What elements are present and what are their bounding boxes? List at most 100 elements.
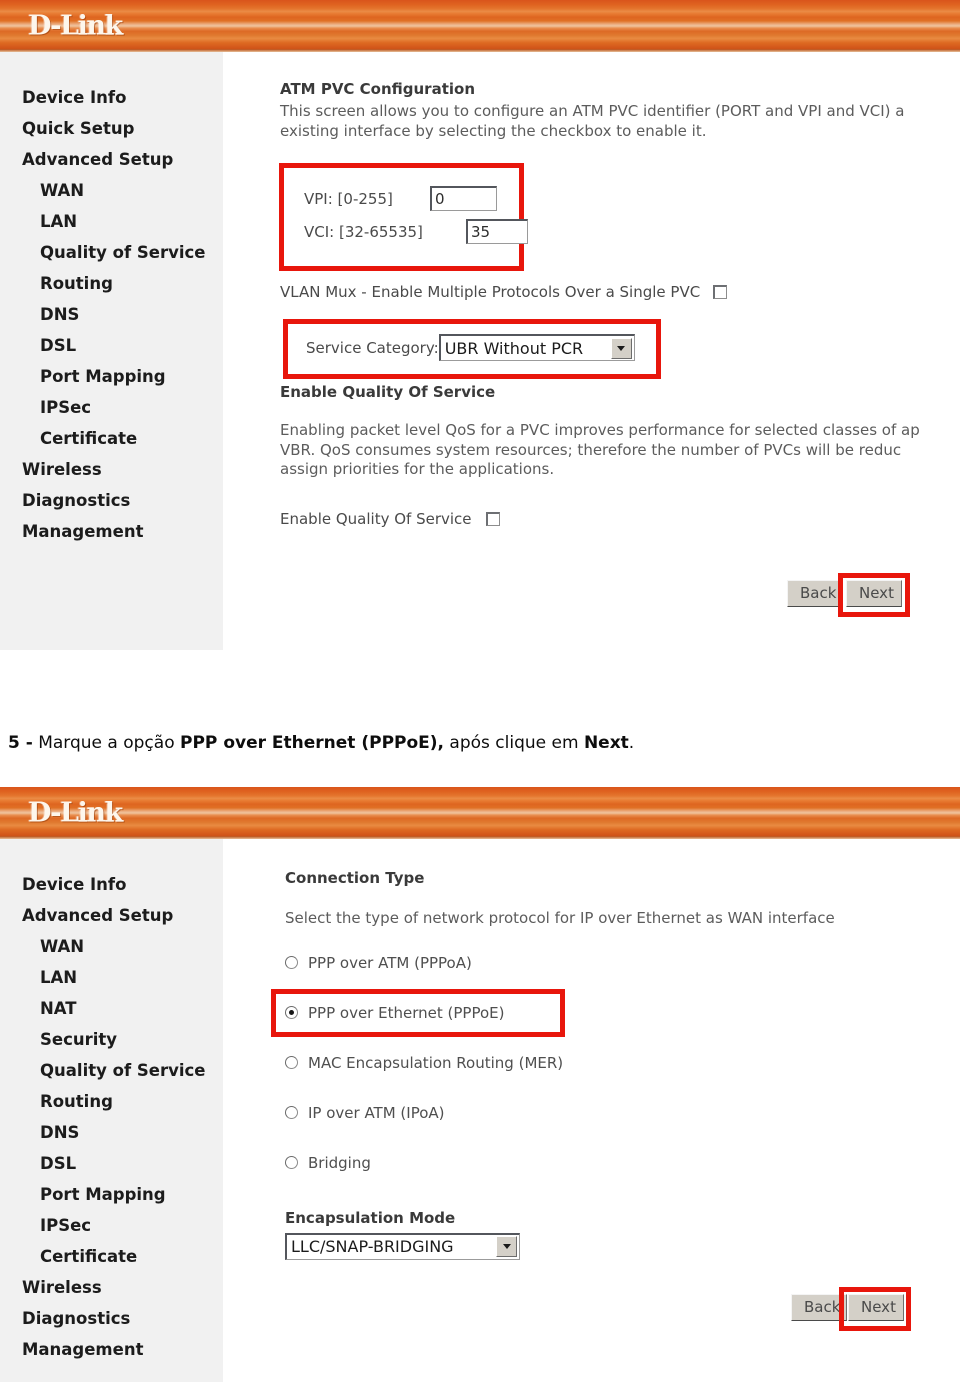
enable-qos-checkbox[interactable] bbox=[485, 511, 500, 526]
encapsulation-mode-label: Encapsulation Mode bbox=[285, 1208, 456, 1227]
router-screenshot-connection-type: D-Link Device Info Advanced Setup WAN LA… bbox=[0, 787, 960, 1387]
sidebar2-item-nat[interactable]: NAT bbox=[0, 993, 223, 1024]
sidebar2-item-wan[interactable]: WAN bbox=[0, 931, 223, 962]
radio-label-mer: MAC Encapsulation Routing (MER) bbox=[308, 1053, 564, 1072]
caption-text-1: Marque a opção bbox=[32, 733, 181, 753]
sidebar2-item-dsl[interactable]: DSL bbox=[0, 1148, 223, 1179]
radio-label-pppoa: PPP over ATM (PPPoA) bbox=[308, 953, 472, 972]
button-group-2: Back Next bbox=[791, 1293, 904, 1321]
page-title: ATM PVC Configuration bbox=[280, 80, 475, 98]
page-description-line-2: existing interface by selecting the chec… bbox=[280, 121, 707, 140]
sidebar-navigation: Device Info Quick Setup Advanced Setup W… bbox=[0, 52, 223, 650]
qos-heading: Enable Quality Of Service bbox=[280, 383, 496, 401]
service-category-label: Service Category: bbox=[306, 338, 439, 357]
next-button-2[interactable]: Next bbox=[848, 1293, 904, 1321]
button-group: Back Next bbox=[787, 579, 902, 607]
dlink-logo: D-Link bbox=[28, 10, 123, 42]
encapsulation-mode-select[interactable]: LLC/SNAP-BRIDGING bbox=[285, 1232, 520, 1260]
encapsulation-mode-selected-value: LLC/SNAP-BRIDGING bbox=[291, 1237, 454, 1256]
service-category-selected-value: UBR Without PCR bbox=[444, 338, 584, 358]
sidebar2-item-routing[interactable]: Routing bbox=[0, 1086, 223, 1117]
router-screenshot-atm-pvc: D-Link Device Info Quick Setup Advanced … bbox=[0, 0, 960, 680]
qos-checkbox-label: Enable Quality Of Service bbox=[280, 509, 472, 528]
sidebar2-item-ipsec[interactable]: IPSec bbox=[0, 1210, 223, 1241]
sidebar2-item-port-mapping[interactable]: Port Mapping bbox=[0, 1179, 223, 1210]
radio-option-bridging[interactable]: Bridging bbox=[285, 1151, 960, 1175]
next-button[interactable]: Next bbox=[846, 579, 902, 607]
sidebar-item-ipsec[interactable]: IPSec bbox=[0, 392, 223, 423]
chevron-down-icon-2[interactable] bbox=[496, 1236, 517, 1257]
dlink-header-bar-2: D-Link bbox=[0, 787, 960, 839]
sidebar-item-management[interactable]: Management bbox=[0, 516, 223, 547]
caption-step-number: 5 - bbox=[8, 733, 33, 753]
radio-option-ipoa[interactable]: IP over ATM (IPoA) bbox=[285, 1101, 960, 1125]
navigation-buttons-area: Back Next bbox=[280, 568, 960, 628]
vpi-field-row: VPI: [0-255] 0 bbox=[304, 186, 497, 211]
sidebar2-item-wireless[interactable]: Wireless bbox=[0, 1272, 223, 1303]
radio-option-pppoa[interactable]: PPP over ATM (PPPoA) bbox=[285, 951, 960, 975]
sidebar2-item-quality-of-service[interactable]: Quality of Service bbox=[0, 1055, 223, 1086]
vpi-vci-group: VPI: [0-255] 0 VCI: [32-65535] 35 bbox=[279, 163, 960, 273]
back-button-2[interactable]: Back bbox=[791, 1293, 847, 1321]
sidebar-item-lan[interactable]: LAN bbox=[0, 206, 223, 237]
sidebar-item-port-mapping[interactable]: Port Mapping bbox=[0, 361, 223, 392]
radio-label-ipoa: IP over ATM (IPoA) bbox=[308, 1103, 445, 1122]
back-button[interactable]: Back bbox=[787, 579, 843, 607]
radio-icon-ipoa[interactable] bbox=[285, 1106, 298, 1119]
sidebar-item-routing[interactable]: Routing bbox=[0, 268, 223, 299]
radio-icon-mer[interactable] bbox=[285, 1056, 298, 1069]
connection-type-form: Connection Type Select the type of netwo… bbox=[223, 839, 960, 1342]
dlink-logo-2: D-Link bbox=[28, 797, 123, 829]
panel-body-2: Device Info Advanced Setup WAN LAN NAT S… bbox=[0, 839, 960, 1382]
step-caption: 5 - Marque a opção PPP over Ethernet (PP… bbox=[8, 733, 634, 753]
vpi-label: VPI: [0-255] bbox=[304, 189, 393, 208]
sidebar-item-quality-of-service[interactable]: Quality of Service bbox=[0, 237, 223, 268]
sidebar2-item-advanced-setup[interactable]: Advanced Setup bbox=[0, 900, 223, 931]
sidebar-navigation-2: Device Info Advanced Setup WAN LAN NAT S… bbox=[0, 839, 223, 1382]
vci-input[interactable]: 35 bbox=[466, 219, 528, 244]
sidebar-item-device-info[interactable]: Device Info bbox=[0, 82, 223, 113]
radio-icon-bridging[interactable] bbox=[285, 1156, 298, 1169]
service-category-select[interactable]: UBR Without PCR bbox=[438, 334, 635, 361]
sidebar-item-quick-setup[interactable]: Quick Setup bbox=[0, 113, 223, 144]
sidebar-item-certificate[interactable]: Certificate bbox=[0, 423, 223, 454]
sidebar-item-wan[interactable]: WAN bbox=[0, 175, 223, 206]
vlan-mux-label: VLAN Mux - Enable Multiple Protocols Ove… bbox=[280, 283, 701, 301]
encapsulation-mode-group: Encapsulation Mode LLC/SNAP-BRIDGING bbox=[285, 1209, 960, 1260]
radio-option-pppoe[interactable]: PPP over Ethernet (PPPoE) bbox=[285, 1001, 960, 1025]
sidebar-item-advanced-setup[interactable]: Advanced Setup bbox=[0, 144, 223, 175]
vpi-input[interactable]: 0 bbox=[430, 186, 497, 211]
qos-description: Enabling packet level QoS for a PVC impr… bbox=[280, 421, 960, 480]
vlan-mux-checkbox[interactable] bbox=[713, 285, 728, 299]
chevron-down-icon[interactable] bbox=[610, 337, 632, 359]
vci-field-row: VCI: [32-65535] 35 bbox=[304, 219, 528, 244]
sidebar-item-wireless[interactable]: Wireless bbox=[0, 454, 223, 485]
service-category-group: Service Category: UBR Without PCR bbox=[280, 319, 960, 385]
connection-type-description: Select the type of network protocol for … bbox=[285, 909, 835, 927]
sidebar2-item-management[interactable]: Management bbox=[0, 1334, 223, 1365]
qos-description-line-3: assign priorities for the applications. bbox=[280, 460, 555, 478]
sidebar-item-diagnostics[interactable]: Diagnostics bbox=[0, 485, 223, 516]
connection-type-title: Connection Type bbox=[285, 869, 425, 887]
dlink-header-bar: D-Link bbox=[0, 0, 960, 52]
vci-label: VCI: [32-65535] bbox=[304, 222, 423, 241]
navigation-buttons-area-2: Back Next bbox=[285, 1282, 960, 1342]
sidebar-item-dsl[interactable]: DSL bbox=[0, 330, 223, 361]
sidebar2-item-device-info[interactable]: Device Info bbox=[0, 869, 223, 900]
radio-option-mer[interactable]: MAC Encapsulation Routing (MER) bbox=[285, 1051, 960, 1075]
qos-checkbox-row: Enable Quality Of Service bbox=[280, 510, 960, 528]
sidebar2-item-diagnostics[interactable]: Diagnostics bbox=[0, 1303, 223, 1334]
radio-icon-pppoe[interactable] bbox=[285, 1006, 298, 1019]
sidebar2-item-security[interactable]: Security bbox=[0, 1024, 223, 1055]
sidebar2-item-lan[interactable]: LAN bbox=[0, 962, 223, 993]
caption-text-2: após clique em bbox=[444, 733, 584, 753]
page-description-line-1: This screen allows you to configure an A… bbox=[280, 102, 905, 120]
radio-icon-pppoa[interactable] bbox=[285, 956, 298, 969]
sidebar2-item-certificate[interactable]: Certificate bbox=[0, 1241, 223, 1272]
connection-type-options: PPP over ATM (PPPoA) PPP over Ethernet (… bbox=[271, 951, 960, 1175]
sidebar-item-dns[interactable]: DNS bbox=[0, 299, 223, 330]
caption-bold-1: PPP over Ethernet (PPPoE), bbox=[180, 733, 445, 753]
highlight-box-vpi-vci bbox=[279, 163, 524, 271]
radio-label-pppoe: PPP over Ethernet (PPPoE) bbox=[308, 1003, 505, 1022]
sidebar2-item-dns[interactable]: DNS bbox=[0, 1117, 223, 1148]
